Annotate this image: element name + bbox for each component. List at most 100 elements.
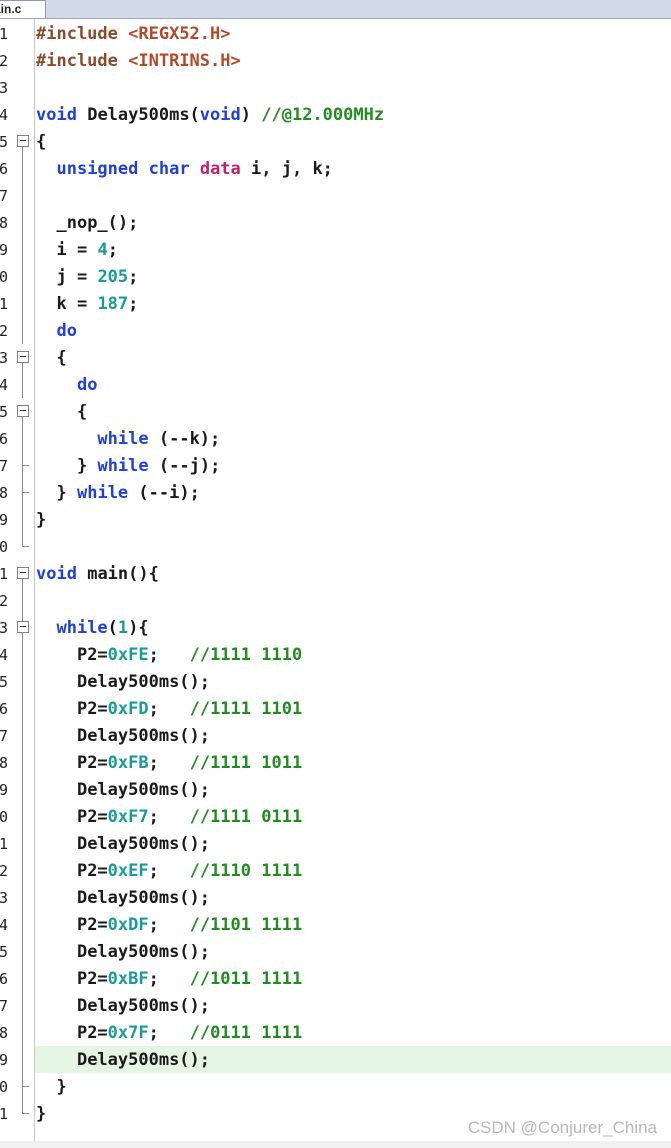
semicolon: ; [148, 645, 159, 665]
code-line: 0 } [0, 1073, 671, 1100]
assignment: j = [56, 267, 98, 287]
file-tab[interactable]: ain.c [0, 0, 46, 18]
comment: //1111 1110 [189, 645, 303, 665]
fold-guide [17, 830, 31, 857]
code-line: 5 Delay500ms(); [0, 668, 671, 695]
line-number: 7 [0, 997, 9, 1015]
line-number: 9 [0, 511, 9, 529]
fold-guide [17, 182, 31, 209]
line-number: 5 [0, 943, 9, 961]
code-line: 3 while(1){ [0, 614, 671, 641]
port-assign: P2= [76, 753, 108, 773]
port-assign: P2= [76, 915, 108, 935]
fold-toggle-icon[interactable] [17, 560, 31, 587]
line-number: 6 [0, 700, 9, 718]
hex-value: 0x7F [107, 1023, 149, 1043]
keyword: while [97, 456, 149, 476]
fold-guide [17, 911, 31, 938]
line-number: 6 [0, 160, 9, 178]
loop-condition: (--k); [158, 429, 221, 449]
code-line: 9 i = 4; [0, 236, 671, 263]
paren: ( [107, 618, 118, 638]
code-line: 4 P2=0xFE; //1111 1110 [0, 641, 671, 668]
fold-guide [17, 857, 31, 884]
line-number: 5 [0, 403, 9, 421]
code-editor[interactable]: 1 #include <REGX52.H> 2 #include <INTRIN… [0, 20, 671, 1140]
function-call: Delay500ms(); [76, 672, 211, 692]
port-assign: P2= [76, 969, 108, 989]
fold-guide [17, 155, 31, 182]
assignment: i = [56, 240, 98, 260]
line-number: 3 [0, 79, 9, 97]
fold-guide [17, 506, 31, 533]
code-line: 6 P2=0xBF; //1011 1111 [0, 965, 671, 992]
brace: } [36, 1104, 47, 1124]
code-line: 5 Delay500ms(); [0, 938, 671, 965]
port-assign: P2= [76, 861, 108, 881]
line-number: 1 [0, 25, 9, 43]
line-number: 4 [0, 916, 9, 934]
line-number: 2 [0, 322, 9, 340]
code-line: 7 [0, 182, 671, 209]
code-line: 3 Delay500ms(); [0, 884, 671, 911]
code-line: 4 P2=0xDF; //1101 1111 [0, 911, 671, 938]
fold-guide [17, 1046, 31, 1073]
number: 205 [97, 267, 129, 287]
fold-end-marker [17, 1073, 31, 1100]
number: 1 [117, 618, 129, 638]
tab-bar: ain.c [0, 0, 671, 19]
code-line: 0 j = 205; [0, 263, 671, 290]
code-line: 2 do [0, 317, 671, 344]
function-call: Delay500ms(); [76, 888, 211, 908]
fold-toggle-icon[interactable] [17, 344, 31, 371]
code-line: 5 { [0, 128, 671, 155]
code-line: 9 Delay500ms(); [0, 776, 671, 803]
brace: } [56, 483, 67, 503]
line-number: 3 [0, 349, 9, 367]
fold-toggle-icon[interactable] [17, 398, 31, 425]
semicolon: ; [148, 861, 159, 881]
header-name: <INTRINS.H> [128, 51, 241, 71]
line-number: 7 [0, 727, 9, 745]
code-line: 8 } while (--i); [0, 479, 671, 506]
function-signature: main(){ [87, 564, 159, 584]
semicolon: ; [148, 969, 159, 989]
code-line: 7 Delay500ms(); [0, 722, 671, 749]
assignment: k = [56, 294, 98, 314]
fold-toggle-icon[interactable] [17, 128, 31, 155]
keyword: char [148, 159, 190, 179]
fold-guide [17, 425, 31, 452]
fold-guide [17, 803, 31, 830]
fold-guide [17, 371, 31, 398]
fold-end-marker [17, 533, 31, 560]
line-number: 0 [0, 538, 9, 556]
keyword: void [36, 105, 77, 125]
line-number: 4 [0, 646, 9, 664]
comment: //1111 1101 [189, 699, 303, 719]
fold-guide [17, 1019, 31, 1046]
fold-guide [17, 236, 31, 263]
function-call: Delay500ms(); [76, 1050, 211, 1070]
line-number: 8 [0, 484, 9, 502]
brace: } [76, 456, 88, 476]
current-line: 9 Delay500ms(); [0, 1046, 671, 1073]
preprocessor-directive: #include [36, 51, 118, 71]
statement: _nop_(); [56, 213, 139, 233]
fold-guide [17, 209, 31, 236]
line-number: 9 [0, 1051, 9, 1069]
line-number: 8 [0, 754, 9, 772]
line-number: 0 [0, 808, 9, 826]
code-line: 5 { [0, 398, 671, 425]
line-number: 5 [0, 133, 9, 151]
brace: } [36, 510, 47, 530]
fold-guide [17, 776, 31, 803]
code-line: 6 P2=0xFD; //1111 1101 [0, 695, 671, 722]
line-number: 1 [0, 1105, 9, 1123]
fold-guide [17, 641, 31, 668]
port-assign: P2= [76, 699, 108, 719]
code-line: 1 #include <REGX52.H> [0, 20, 671, 47]
number: 187 [97, 294, 129, 314]
fold-toggle-icon[interactable] [17, 614, 31, 641]
bottom-bar [0, 1141, 671, 1148]
code-line: 3 { [0, 344, 671, 371]
